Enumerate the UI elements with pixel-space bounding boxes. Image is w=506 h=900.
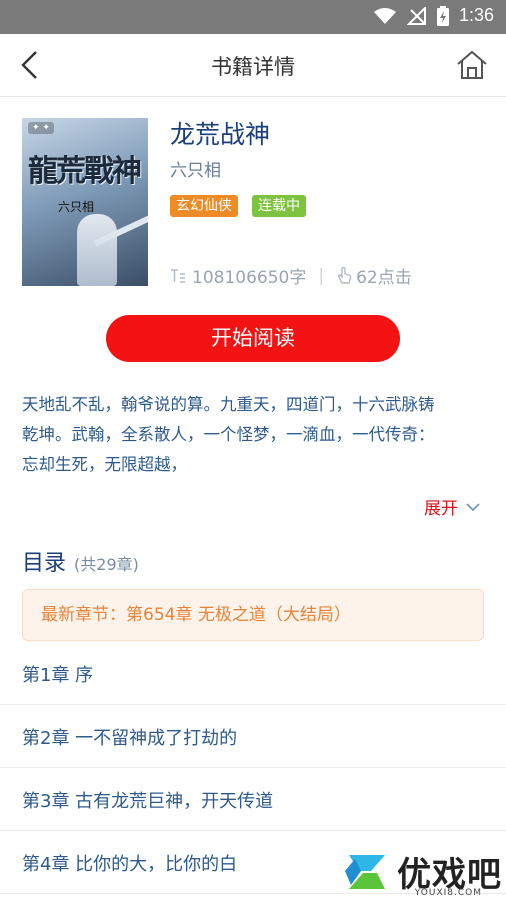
cover-figure-art: [77, 214, 117, 286]
book-cover[interactable]: ✦ ✦ 龍荒戰神 六只相: [22, 118, 148, 286]
watermark-logo-icon: [345, 854, 385, 889]
stats-divider: |: [318, 265, 325, 286]
status-tag: 连载中: [252, 195, 306, 217]
book-author[interactable]: 六只相: [170, 156, 221, 181]
no-signal-icon: [406, 6, 426, 25]
word-count-icon: [171, 268, 185, 283]
click-count: 62点击: [356, 268, 412, 288]
latest-chapter-banner[interactable]: 最新章节：第654章 无极之道（大结局）: [22, 589, 484, 641]
click-hand-icon: [338, 266, 352, 284]
clock: 1:36: [458, 5, 494, 25]
nav-bar: 书籍详情: [0, 34, 506, 97]
site-watermark: 优戏吧 YOUXI8.COM: [341, 847, 502, 898]
cover-author: 六只相: [58, 200, 95, 214]
genre-tag: 玄幻仙侠: [170, 195, 238, 217]
home-icon[interactable]: [456, 50, 488, 80]
cover-publisher-logo: ✦ ✦: [28, 122, 54, 134]
battery-icon: [436, 5, 449, 26]
chapter-title: 第2章 一不留神成了打劫的: [22, 728, 238, 749]
chapter-title: 第3章 古有龙荒巨神，开天传道: [22, 791, 274, 812]
chapter-item[interactable]: 第2章 一不留神成了打劫的: [0, 705, 506, 768]
watermark-url: YOUXI8.COM: [414, 888, 482, 898]
book-description: 天地乱不乱，翰爷说的算。九重天，四道门，十六武脉铸 乾坤。武翰，全系散人，一个怪…: [22, 390, 484, 480]
start-reading-button[interactable]: 开始阅读: [106, 315, 400, 362]
chapter-item[interactable]: 第3章 古有龙荒巨神，开天传道: [0, 768, 506, 831]
book-title: 龙荒战神: [170, 120, 271, 149]
expand-label: 展开: [424, 499, 458, 519]
status-bar: 1:36: [0, 0, 506, 34]
chapter-item[interactable]: 第1章 序: [0, 642, 506, 705]
cover-title: 龍荒戰神: [28, 154, 142, 189]
description-line: 天地乱不乱，翰爷说的算。九重天，四道门，十六武脉铸: [22, 395, 435, 414]
chapter-count: (共29章): [74, 555, 139, 574]
description-line: 乾坤。武翰，全系散人，一个怪梦，一滴血，一代传奇：: [22, 425, 435, 444]
description-line: 忘却生死，无限超越，: [22, 455, 187, 474]
chapter-title: 第4章 比你的大，比你的白: [22, 854, 238, 875]
book-stats: 108106650字 | 62点击: [170, 263, 412, 288]
chapter-title: 第1章 序: [22, 665, 94, 686]
word-count: 108106650字: [192, 268, 307, 288]
expand-description-button[interactable]: 展开: [424, 494, 480, 519]
page-title: 书籍详情: [211, 55, 295, 79]
chevron-down-icon: [466, 502, 480, 511]
toc-title: 目录: [22, 551, 67, 576]
wifi-icon: [373, 7, 396, 24]
toc-header: 目录 (共29章): [22, 545, 139, 577]
status-icons: 1:36: [373, 5, 494, 26]
